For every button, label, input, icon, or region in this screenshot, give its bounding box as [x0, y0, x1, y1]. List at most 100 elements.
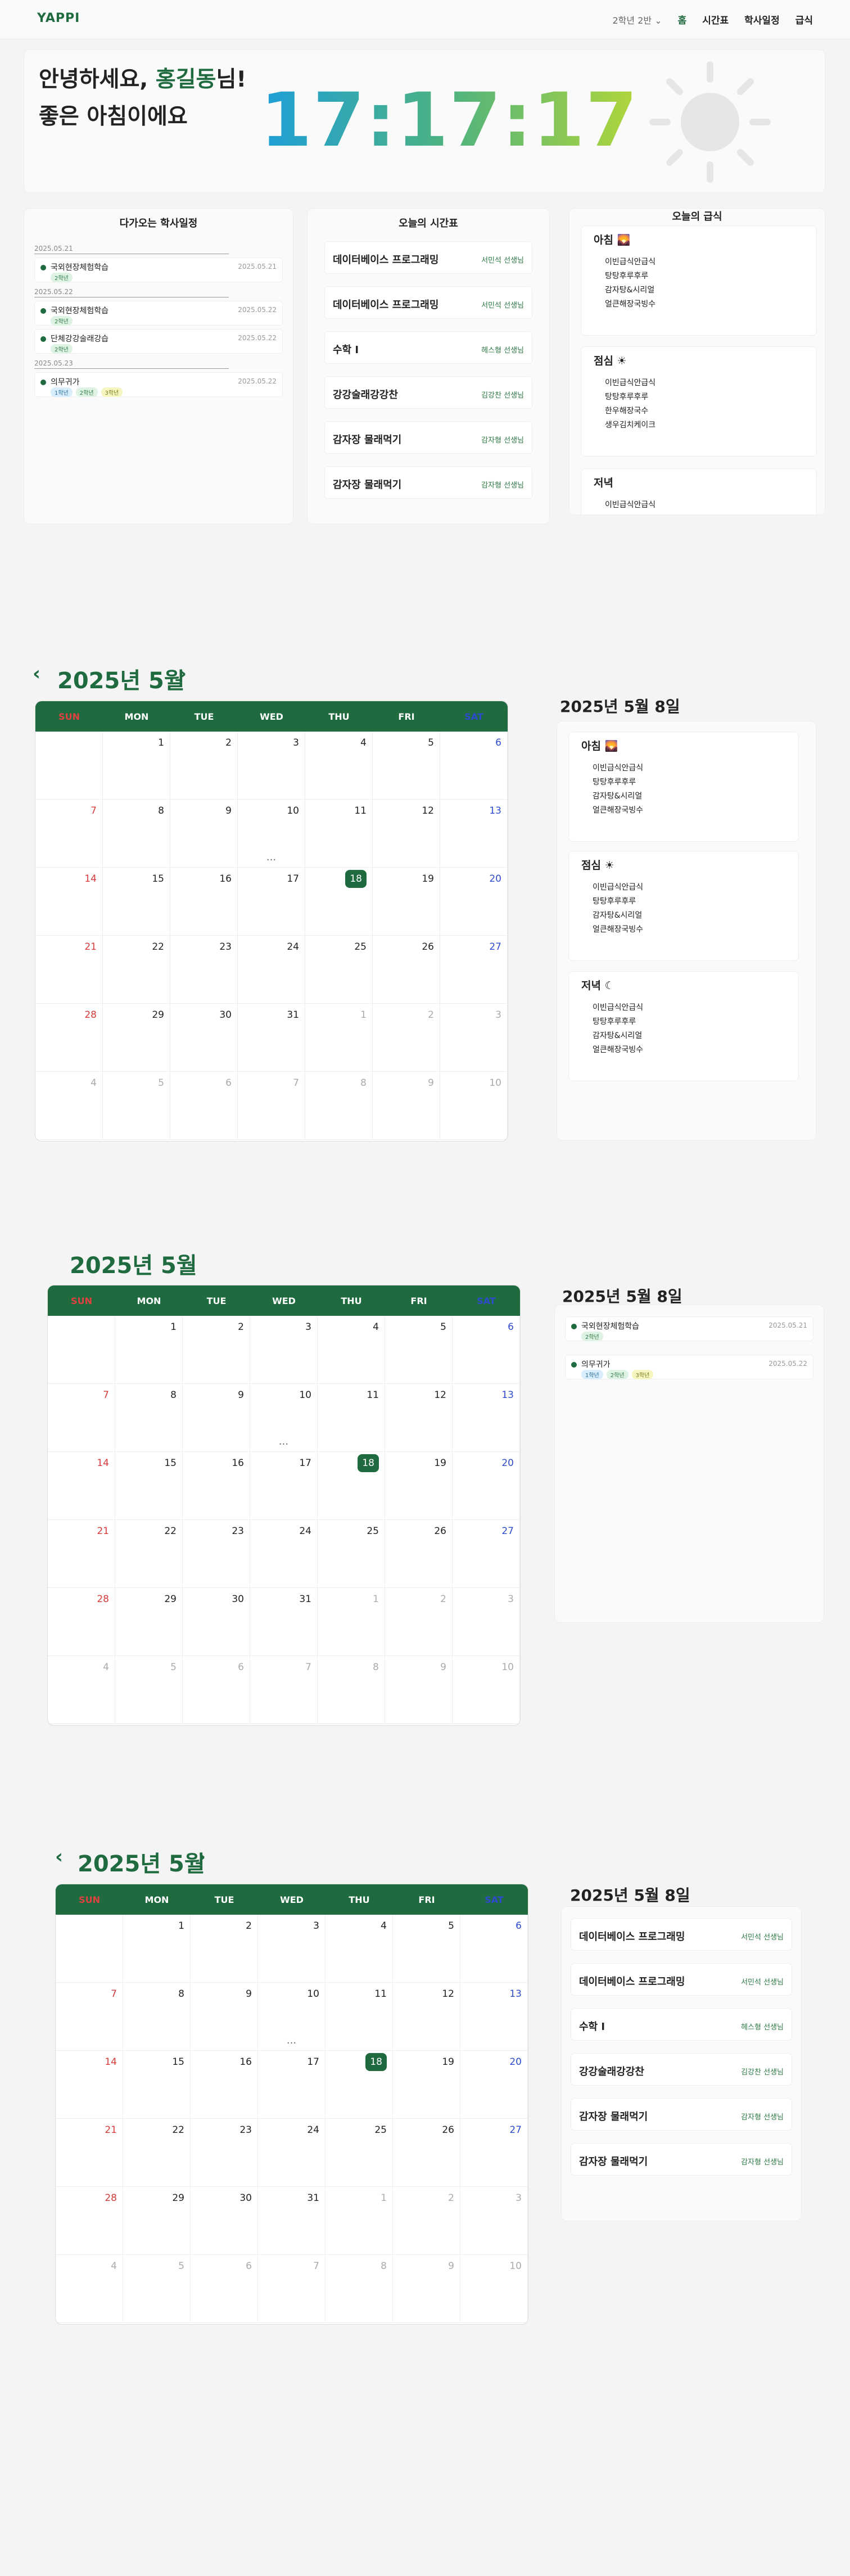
calendar-day[interactable]: 5	[115, 1656, 183, 1724]
calendar-day[interactable]: 1	[123, 1915, 191, 1983]
calendar-day[interactable]: 1	[318, 1588, 385, 1656]
calendar-day[interactable]: 2	[393, 2187, 460, 2255]
calendar-day[interactable]: 28	[35, 1004, 103, 1072]
calendar-day[interactable]: 13	[460, 1983, 528, 2051]
calendar-day[interactable]: 28	[48, 1588, 115, 1656]
calendar-day[interactable]: 15	[103, 868, 170, 936]
more-events-indicator[interactable]: ...	[250, 1436, 317, 1447]
calendar-day[interactable]: 26	[393, 2119, 460, 2187]
calendar-day[interactable]: 13	[440, 800, 508, 868]
calendar-day[interactable]: 12	[373, 800, 440, 868]
calendar-day[interactable]: 9	[183, 1384, 250, 1452]
meal-breakfast[interactable]: 아침 🌄 이빈급식안급식 탕탕후루후루 감자탕&시리얼 얼큰해장국빙수	[581, 225, 817, 336]
calendar-day[interactable]: 26	[373, 936, 440, 1004]
calendar-day[interactable]: 30	[191, 2187, 258, 2255]
calendar-day[interactable]: 1	[115, 1316, 183, 1384]
calendar-day[interactable]: 3	[440, 1004, 508, 1072]
calendar-day[interactable]	[35, 732, 103, 800]
nav-home[interactable]: 홈	[678, 12, 687, 26]
calendar-day[interactable]: 3	[258, 1915, 325, 1983]
calendar-day-today[interactable]: 18	[325, 2051, 393, 2119]
timetable-row[interactable]: 강강술래강강찬 김강찬 선생님	[571, 2053, 792, 2086]
calendar-day[interactable]: 11	[325, 1983, 393, 2051]
calendar-day[interactable]: 7	[238, 1072, 305, 1140]
nav-meal[interactable]: 급식	[795, 12, 813, 26]
calendar-day[interactable]: 7	[35, 800, 103, 868]
calendar-day[interactable]: 14	[48, 1452, 115, 1520]
calendar-day[interactable]: 22	[103, 936, 170, 1004]
timetable-row[interactable]: 강강술래강강찬 김강찬 선생님	[324, 376, 532, 409]
calendar-day[interactable]: 5	[373, 732, 440, 800]
calendar-day[interactable]: 16	[170, 868, 238, 936]
calendar-day[interactable]: 4	[305, 732, 373, 800]
calendar-day[interactable]: 1	[305, 1004, 373, 1072]
calendar-day[interactable]: 12	[385, 1384, 453, 1452]
calendar-day[interactable]: 14	[56, 2051, 123, 2119]
calendar-day[interactable]: 11	[305, 800, 373, 868]
calendar-day[interactable]: 10	[453, 1656, 520, 1724]
calendar-day[interactable]: 22	[123, 2119, 191, 2187]
calendar-day[interactable]: 20	[440, 868, 508, 936]
meal-lunch[interactable]: 점심 ☀ 이빈급식안급식 탕탕후루후루 한우해장국수 생우김치케이크	[581, 346, 817, 457]
calendar-day[interactable]: 12	[393, 1983, 460, 2051]
calendar-day[interactable]: 5	[385, 1316, 453, 1384]
calendar-day[interactable]: 6	[170, 1072, 238, 1140]
calendar-day[interactable]: 21	[56, 2119, 123, 2187]
calendar-day[interactable]: 6	[460, 1915, 528, 1983]
meal-dinner[interactable]: 저녁 ☾ 이빈급식안급식 탕탕후루후루 감자탕&시리얼 얼큰해장국빙수	[568, 971, 799, 1081]
calendar-day[interactable]: 17	[258, 2051, 325, 2119]
calendar-day[interactable]: 19	[373, 868, 440, 936]
calendar-day[interactable]: 14	[35, 868, 103, 936]
event-item[interactable]: 국외현장체험학습 2025.05.21 2학년	[565, 1316, 813, 1341]
calendar-day[interactable]: 9	[191, 1983, 258, 2051]
calendar-day[interactable]: 3	[460, 2187, 528, 2255]
calendar-day[interactable]: 9	[170, 800, 238, 868]
calendar-day-today[interactable]: 18	[305, 868, 373, 936]
calendar-day[interactable]	[56, 1915, 123, 1983]
calendar-day[interactable]: 2	[373, 1004, 440, 1072]
timetable-row[interactable]: 감자장 물래먹기 감자형 선생님	[324, 421, 532, 454]
timetable-row[interactable]: 감자장 물래먹기 감자형 선생님	[571, 2143, 792, 2176]
calendar-day[interactable]: 7	[48, 1384, 115, 1452]
calendar-day[interactable]: 8	[305, 1072, 373, 1140]
calendar-day[interactable]: 8	[115, 1384, 183, 1452]
calendar-day[interactable]: 6	[440, 732, 508, 800]
calendar-day[interactable]: 10	[440, 1072, 508, 1140]
calendar-day[interactable]: 15	[115, 1452, 183, 1520]
timetable-row[interactable]: 감자장 물래먹기 감자형 선생님	[324, 466, 532, 499]
calendar-day[interactable]: 19	[385, 1452, 453, 1520]
more-events-indicator[interactable]: ...	[238, 851, 305, 863]
calendar-day[interactable]: 6	[191, 2255, 258, 2323]
calendar-day[interactable]: 2	[183, 1316, 250, 1384]
calendar-day[interactable]: 9	[373, 1072, 440, 1140]
calendar-day[interactable]: 16	[183, 1452, 250, 1520]
calendar-day[interactable]: 23	[191, 2119, 258, 2187]
calendar-day[interactable]: 20	[460, 2051, 528, 2119]
timetable-row[interactable]: 수학 I 헤스형 선생님	[324, 331, 532, 364]
calendar-day[interactable]: 17	[250, 1452, 318, 1520]
timetable-row[interactable]: 데이터베이스 프로그래밍 서민석 선생님	[324, 241, 532, 274]
calendar-day[interactable]: 7	[56, 1983, 123, 2051]
calendar-day[interactable]: 7	[250, 1656, 318, 1724]
calendar-day[interactable]: 6	[453, 1316, 520, 1384]
calendar-day[interactable]: 2	[170, 732, 238, 800]
event-item[interactable]: 국외현장체험학습 2025.05.22 2학년	[34, 301, 283, 326]
calendar-day[interactable]: 26	[385, 1520, 453, 1588]
calendar-day[interactable]: 8	[318, 1656, 385, 1724]
nav-schedule[interactable]: 학사일정	[744, 12, 780, 26]
calendar-day[interactable]: 15	[123, 2051, 191, 2119]
calendar-day[interactable]: 4	[56, 2255, 123, 2323]
calendar-day[interactable]: 4	[325, 1915, 393, 1983]
calendar-day[interactable]: 29	[115, 1588, 183, 1656]
calendar-day[interactable]: 16	[191, 2051, 258, 2119]
event-item[interactable]: 의무귀가 2025.05.22 1학년 2학년 3학년	[34, 372, 283, 397]
calendar-day[interactable]	[48, 1316, 115, 1384]
meal-breakfast[interactable]: 아침 🌄 이빈급식안급식 탕탕후루후루 감자탕&시리얼 얼큰해장국빙수	[568, 732, 799, 842]
calendar-day[interactable]: 25	[325, 2119, 393, 2187]
calendar-day[interactable]: 9	[393, 2255, 460, 2323]
calendar-day[interactable]: 3	[453, 1588, 520, 1656]
calendar-day[interactable]: 2	[191, 1915, 258, 1983]
timetable-row[interactable]: 수학 I 헤스형 선생님	[571, 2008, 792, 2041]
calendar-day[interactable]: 6	[183, 1656, 250, 1724]
calendar-day[interactable]: 19	[393, 2051, 460, 2119]
